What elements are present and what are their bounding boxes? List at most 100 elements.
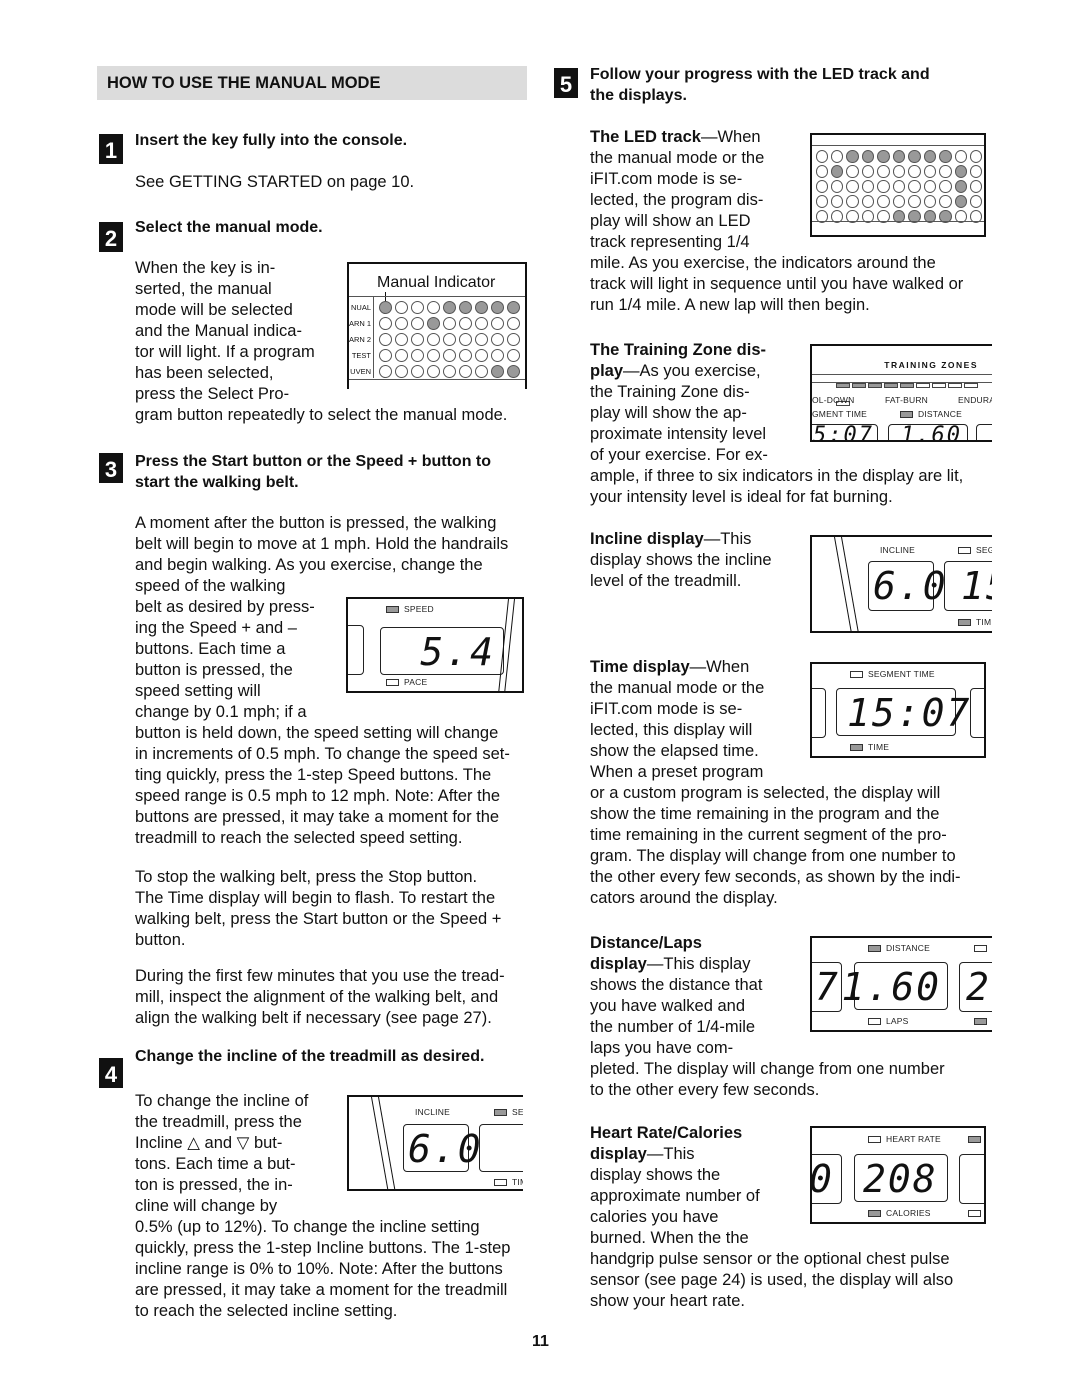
- text-line: When a preset program: [590, 763, 764, 781]
- distance-label: DISTANCE: [918, 409, 962, 419]
- incline-display-figure: INCLINE 6.0 SEG TIM: [347, 1095, 523, 1191]
- step-1-title: Insert the key fully into the console.: [135, 132, 408, 149]
- text-line: gram. The display will change from one n…: [590, 847, 956, 865]
- time-heading: Time display: [590, 658, 690, 676]
- text-line: track will light in sequence until you h…: [590, 275, 964, 293]
- led-icon: [954, 165, 968, 178]
- text-line: To stop the walking belt, press the Stop…: [135, 868, 478, 886]
- led-icon: [458, 316, 472, 330]
- calories-indicator: CALORIES: [868, 1208, 931, 1218]
- step-number-4: 4: [99, 1058, 123, 1088]
- led-track-heading: The LED track: [590, 128, 701, 146]
- led-icon: [474, 348, 488, 362]
- distance-indicator: DISTANCE: [900, 409, 962, 419]
- text-line: ting quickly, press the 1-step Speed but…: [135, 766, 492, 784]
- segment-label: SEG: [512, 1107, 523, 1117]
- time-indicator: TIME: [850, 742, 889, 752]
- speed-lcd: 5.4: [380, 627, 504, 675]
- led-row: NUAL: [349, 299, 525, 315]
- indicator-light-icon: [968, 1210, 981, 1217]
- led-icon: [908, 150, 921, 163]
- text-line: in increments of 0.5 mph. To change the …: [135, 745, 510, 763]
- led-icon: [830, 180, 844, 193]
- page-number: 11: [532, 1333, 549, 1350]
- led-icon: [426, 364, 440, 378]
- led-icon: [815, 195, 828, 208]
- divider: [503, 599, 515, 691]
- step-number-2: 2: [99, 222, 123, 252]
- section-title: HOW TO USE THE MANUAL MODE: [107, 74, 381, 92]
- led-icon: [877, 165, 890, 178]
- time-lcd: 15:07: [836, 688, 969, 736]
- text-line: —When: [689, 658, 750, 676]
- indicator-light-icon: [974, 945, 987, 952]
- distance-display-figure: DISTANCE 7 1.60 2 LAPS: [810, 936, 992, 1032]
- led-icon: [442, 300, 456, 314]
- led-icon: [506, 300, 520, 314]
- time-label: TIM: [512, 1177, 523, 1187]
- step-1-body: See GETTING STARTED on page 10.: [135, 173, 415, 191]
- led-row-label: TEST: [351, 350, 371, 360]
- led-icon: [877, 150, 890, 163]
- led-icon: [970, 150, 983, 163]
- led-icon: [506, 348, 520, 362]
- led-icon: [378, 364, 392, 378]
- text-line: are pressed, it may take a moment for th…: [135, 1281, 508, 1299]
- led-icon: [939, 180, 952, 193]
- lcd-panel-partial: 7: [812, 962, 842, 1012]
- led-row-label: NUAL: [350, 302, 371, 312]
- led-row: ARN 2: [349, 331, 525, 347]
- zone-segment: [852, 383, 866, 388]
- text-line: time remaining in the current segment of…: [590, 826, 947, 844]
- led-icon: [892, 180, 906, 193]
- time-label: TIME: [868, 742, 890, 752]
- led-icon: [830, 165, 844, 178]
- led-icon: [861, 150, 875, 163]
- zone-label: FAT-BURN: [885, 395, 929, 405]
- divider: [378, 1097, 397, 1189]
- zone-segment: [836, 383, 850, 388]
- indicator-light-icon: [494, 1109, 507, 1117]
- partial-value: 15: [961, 564, 992, 608]
- led-row: [812, 194, 984, 209]
- distance-heading: display: [590, 955, 647, 973]
- text-line: or a custom program is selected, the dis…: [590, 784, 941, 802]
- heart-rate-label: HEART RATE: [886, 1134, 941, 1144]
- led-icon: [474, 364, 488, 378]
- led-icon: [923, 195, 937, 208]
- led-icon: [474, 300, 488, 314]
- time-indicator: TIM: [494, 1177, 523, 1187]
- text-line: to reach the selected incline setting.: [135, 1302, 398, 1320]
- training-zone-heading: play: [590, 362, 624, 380]
- led-grid: [812, 149, 984, 224]
- led-icon: [490, 364, 504, 378]
- led-grid: NUAL ARN 1 ARN 2 TEST UVEN: [349, 299, 525, 379]
- incline-lcd: 6.0: [868, 561, 946, 611]
- text-line: cline will change by: [135, 1197, 278, 1215]
- led-icon: [442, 348, 456, 362]
- led-icon: [378, 332, 392, 346]
- led-track-figure: [810, 133, 986, 237]
- text-line: 0.5% (up to 12%). To change the incline …: [135, 1218, 480, 1236]
- heart-rate-display-figure: HEART RATE 0 208 CALORIES: [810, 1126, 986, 1224]
- text-line: of your exercise. For ex-: [590, 446, 768, 464]
- led-icon: [442, 364, 456, 378]
- segment-indicator: SEG: [958, 545, 992, 555]
- time-lcd-partial: 15: [944, 561, 992, 611]
- text-line: Press the Start button or the Speed + bu…: [135, 453, 492, 470]
- led-icon: [394, 332, 408, 346]
- time-value: 15:07: [847, 691, 972, 735]
- led-icon: [815, 150, 828, 163]
- led-row: [812, 149, 984, 164]
- lcd-panel-partial: 2: [959, 962, 992, 1012]
- text-line: treadmill to reach the selected speed se…: [135, 829, 463, 847]
- lcd-panel-partial: 5:07: [812, 423, 878, 440]
- text-line: the displays.: [590, 87, 687, 104]
- indicator-light-icon: [494, 1179, 507, 1187]
- led-icon: [458, 332, 472, 346]
- incline-label: INCLINE: [415, 1107, 450, 1117]
- led-icon: [506, 316, 520, 330]
- led-icon: [410, 332, 424, 346]
- led-icon: [410, 300, 424, 314]
- segment-time-label: SEGMENT TIME: [868, 669, 935, 679]
